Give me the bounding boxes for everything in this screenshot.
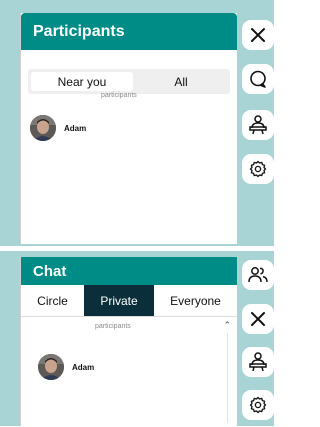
chat-button[interactable] (242, 64, 274, 94)
settings-icon (249, 396, 267, 414)
presenter-button[interactable] (242, 110, 274, 140)
participants-icon (248, 267, 268, 283)
participants-title: Participants (33, 22, 125, 40)
presenter-icon (249, 352, 267, 372)
settings-icon (249, 160, 267, 178)
scroll-up-icon[interactable]: ⌃ (223, 321, 231, 331)
participants-header: Participants (21, 13, 237, 50)
settings-button-2[interactable] (242, 390, 274, 420)
participants-panel: Participants Near you All participants A… (20, 13, 237, 244)
chat-participant-row[interactable]: Adam (38, 354, 94, 380)
chat-participant-name: Adam (72, 362, 95, 372)
avatar (38, 354, 64, 380)
close-icon (251, 312, 265, 326)
close-chat-button[interactable] (242, 304, 274, 334)
participant-name: Adam (64, 123, 87, 133)
participants-filter: Near you All (28, 69, 230, 94)
chat-title: Chat (33, 262, 67, 280)
tab-private[interactable]: Private (84, 285, 154, 316)
tab-near-you[interactable]: Near you (31, 72, 133, 91)
chat-body: participants ⌃ Adam (21, 316, 237, 427)
tab-circle[interactable]: Circle (21, 285, 84, 316)
close-icon (251, 28, 265, 42)
chat-bubble-icon (250, 70, 266, 88)
tab-everyone[interactable]: Everyone (154, 285, 237, 316)
chat-section-label: participants (95, 323, 131, 330)
participants-section-label: participants (101, 92, 137, 99)
chat-tabs: Circle Private Everyone (21, 285, 237, 316)
chat-panel: Chat Circle Private Everyone participant… (20, 257, 237, 426)
presenter-button-2[interactable] (242, 347, 274, 377)
scrollbar[interactable] (227, 333, 232, 423)
settings-button[interactable] (242, 154, 274, 184)
close-participants-button[interactable] (242, 20, 274, 50)
tab-all[interactable]: All (135, 72, 227, 91)
avatar (30, 115, 56, 141)
presenter-icon (249, 115, 267, 135)
chat-header: Chat (21, 257, 237, 285)
participants-button[interactable] (242, 260, 274, 290)
participant-row[interactable]: Adam (30, 115, 86, 141)
